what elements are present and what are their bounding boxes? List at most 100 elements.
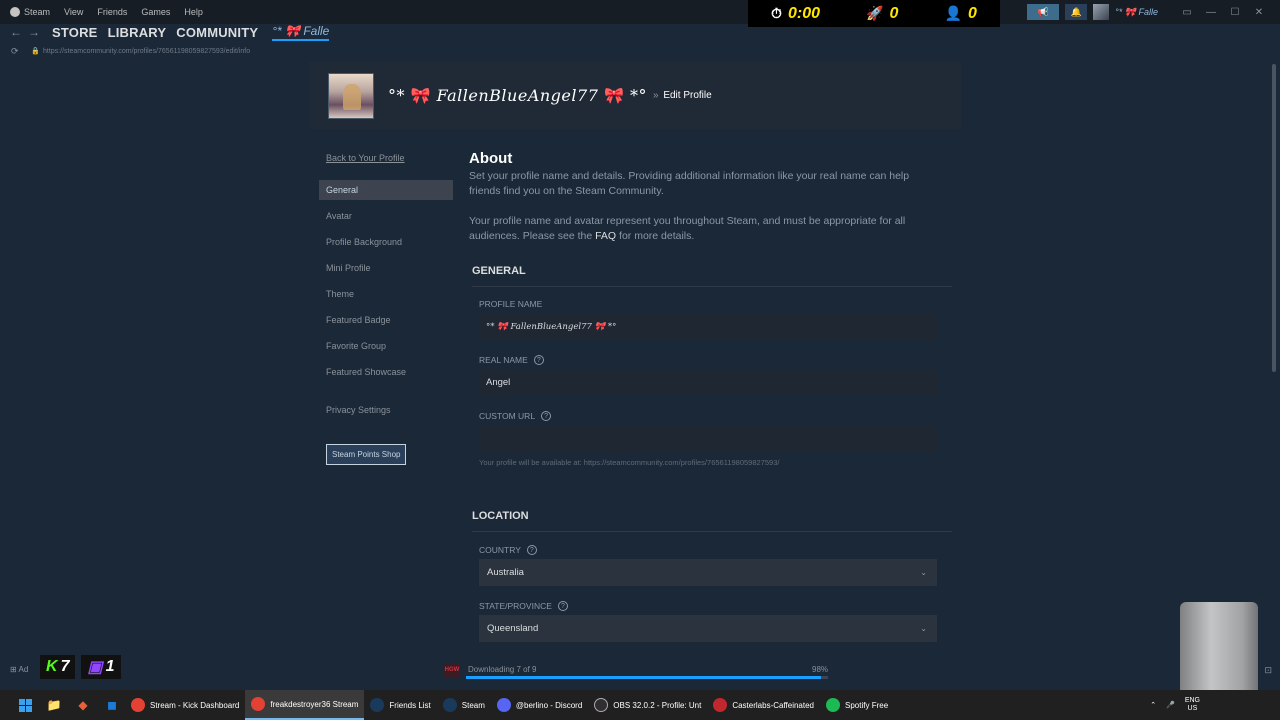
real-name-field[interactable]: Angel: [479, 369, 937, 396]
windows-taskbar: 📁 ◆ ◼ Stream - Kick Dashboard freakdestr…: [0, 690, 1280, 720]
taskbar-app-spotify[interactable]: Spotify Free: [820, 690, 894, 720]
taskbar-app-stream[interactable]: freakdestroyer36 Stream: [245, 690, 365, 720]
taskbar-app-steam[interactable]: Steam: [437, 690, 491, 720]
taskbar-app-kick-dashboard[interactable]: Stream - Kick Dashboard: [125, 690, 245, 720]
help-icon[interactable]: ?: [541, 411, 552, 421]
avatar[interactable]: [328, 72, 374, 119]
taskbar-app-label: OBS 32.0.2 - Profile: Unt: [613, 700, 702, 710]
sidebar-item-mini-profile[interactable]: Mini Profile: [319, 258, 453, 278]
timer-stat: ⏱ 0:00: [771, 5, 820, 23]
taskbar-app-label: Steam: [461, 700, 485, 710]
lock-icon: 🔒: [31, 48, 40, 55]
sidebar-item-theme[interactable]: Theme: [319, 284, 453, 304]
announcements-button[interactable]: 📢: [1027, 4, 1060, 20]
kick-counter: K 7: [40, 655, 76, 679]
menu-help[interactable]: Help: [184, 7, 203, 17]
sidebar-item-favorite-group[interactable]: Favorite Group: [319, 336, 453, 356]
taskbar-app-obs[interactable]: OBS 32.0.2 - Profile: Unt: [588, 690, 707, 720]
edit-profile-breadcrumb: » Edit Profile: [653, 90, 712, 101]
microphone-icon[interactable]: 🎤: [1166, 701, 1175, 709]
menu-steam[interactable]: Steam: [24, 7, 50, 17]
sidebar-item-featured-badge[interactable]: Featured Badge: [319, 310, 453, 330]
notifications-button[interactable]: 🔔: [1065, 4, 1088, 20]
add-game-label: Ad: [18, 665, 29, 674]
custom-url-label-text: CUSTOM URL: [479, 411, 536, 421]
profile-name-field[interactable]: °* 🎀 FallenBlueAngel77 🎀 *°: [479, 313, 937, 340]
custom-url-label: CUSTOM URL ?: [479, 411, 952, 421]
page-scrollbar[interactable]: [1270, 62, 1278, 660]
back-arrow-icon[interactable]: ←: [10, 25, 24, 39]
url-text[interactable]: https://steamcommunity.com/profiles/7656…: [43, 48, 250, 55]
user-value: 0: [968, 4, 977, 22]
chrome-icon: [131, 698, 145, 712]
minimize-icon[interactable]: —: [1202, 7, 1220, 18]
breadcrumb-separator: »: [652, 90, 659, 101]
menu-friends[interactable]: Friends: [97, 7, 127, 17]
download-status[interactable]: Downloading 7 of 9: [468, 665, 537, 674]
menu-games[interactable]: Games: [141, 7, 170, 17]
faq-link[interactable]: FAQ: [595, 230, 616, 242]
country-select[interactable]: Australia ⌄: [479, 559, 937, 586]
twitch-counter: ▣ 1: [81, 655, 121, 679]
menu-view[interactable]: View: [64, 7, 83, 17]
friends-chat-icon[interactable]: ⊡: [1264, 665, 1272, 676]
taskbar-app-label: @berlino - Discord: [515, 700, 583, 710]
language-indicator[interactable]: ENG US: [1185, 697, 1200, 713]
state-label-text: STATE/PROVINCE: [479, 601, 552, 611]
obs-icon: [594, 698, 609, 712]
user-icon: 👤: [944, 5, 962, 21]
taskbar-app-label: freakdestroyer36 Stream: [270, 699, 359, 709]
sidebar-item-featured-showcase[interactable]: Featured Showcase: [319, 362, 453, 382]
sidebar-item-avatar[interactable]: Avatar: [319, 206, 453, 226]
maximize-icon[interactable]: ☐: [1226, 7, 1244, 18]
nav-store[interactable]: STORE: [52, 25, 98, 40]
state-label: STATE/PROVINCE ?: [479, 601, 952, 611]
windows-start-icon[interactable]: [12, 694, 38, 716]
app-icon[interactable]: ◆: [70, 694, 96, 716]
chevron-down-icon: ⌄: [920, 568, 927, 577]
taskbar-app-friends-list[interactable]: Friends List: [364, 690, 436, 720]
nav-user-profile[interactable]: °* 🎀 Falle: [272, 24, 330, 41]
sidebar-item-general[interactable]: General: [319, 180, 453, 200]
outlook-icon[interactable]: ◼: [99, 694, 125, 716]
twitch-icon: ▣: [87, 659, 103, 676]
custom-url-hint: Your profile will be available at: https…: [479, 458, 780, 467]
help-icon[interactable]: ?: [526, 545, 537, 555]
refresh-icon[interactable]: ⟳: [11, 46, 25, 57]
forward-arrow-icon[interactable]: →: [28, 25, 42, 39]
back-to-profile-link[interactable]: Back to Your Profile: [326, 148, 453, 168]
about-description: Set your profile name and details. Provi…: [469, 170, 910, 197]
casterlabs-icon: [713, 698, 728, 712]
help-icon[interactable]: ?: [533, 355, 544, 365]
page-title: About: [469, 150, 513, 167]
section-general-title: GENERAL: [472, 265, 952, 287]
custom-url-field[interactable]: [479, 425, 937, 452]
downloading-game-icon[interactable]: HGW: [444, 663, 460, 677]
file-explorer-icon[interactable]: 📁: [41, 694, 67, 716]
tray-chevron-up-icon[interactable]: ⌃: [1150, 701, 1156, 709]
sidebar-item-privacy-settings[interactable]: Privacy Settings: [319, 400, 453, 420]
big-picture-icon[interactable]: ▭: [1178, 7, 1196, 18]
nav-community[interactable]: COMMUNITY: [176, 25, 258, 40]
section-location-title: LOCATION: [472, 510, 952, 532]
nav-library[interactable]: LIBRARY: [108, 25, 167, 40]
state-select[interactable]: Queensland ⌄: [479, 615, 937, 642]
language-code: ENG: [1184, 697, 1200, 704]
rocket-value: 0: [889, 4, 899, 22]
spotify-icon: [826, 698, 841, 712]
edit-profile-sidebar: Back to Your Profile General Avatar Prof…: [319, 148, 453, 465]
taskbar-app-discord[interactable]: @berlino - Discord: [491, 690, 588, 720]
account-menu[interactable]: °* 🎀 Falle: [1115, 7, 1158, 18]
add-game-button[interactable]: ⊞ Ad: [10, 665, 28, 674]
scrollbar-thumb[interactable]: [1272, 64, 1276, 372]
profile-name-heading[interactable]: °* 🎀 FallenBlueAngel77 🎀 *°: [388, 86, 647, 105]
avatar[interactable]: [1093, 4, 1110, 20]
profile-name-label: PROFILE NAME: [479, 299, 952, 309]
help-icon[interactable]: ?: [557, 601, 568, 611]
close-icon[interactable]: ✕: [1250, 7, 1268, 18]
window-controls: 📢 🔔 °* 🎀 Falle ▭ — ☐ ✕: [1027, 0, 1280, 24]
steam-points-shop-button[interactable]: Steam Points Shop: [326, 444, 407, 465]
bow-icon: 🎀: [603, 86, 625, 105]
taskbar-app-casterlabs[interactable]: Casterlabs-Caffeinated: [707, 690, 820, 720]
sidebar-item-profile-background[interactable]: Profile Background: [319, 232, 453, 252]
